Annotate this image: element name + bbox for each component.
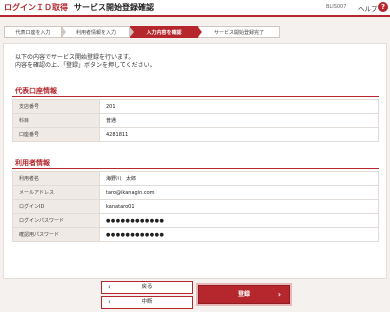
table-row: 支店番号 201	[12, 99, 379, 114]
intro-text: 以下の内容でサービス開始登録を行います。 内容を確認の上、「登録」ボタンを押して…	[15, 54, 156, 70]
account-section-title: 代表口座情報	[15, 87, 57, 95]
table-row: 確認用パスワード ●●●●●●●●●●●●	[12, 227, 379, 242]
cancel-button-label: 中断	[141, 299, 153, 305]
user-table: 利用者名 海野川 太郎 メールアドレス taro@ikanagin.com ログ…	[12, 171, 379, 242]
login-id-title: ログインＩＤ取得	[4, 3, 68, 12]
chevron-left-icon: ‹	[108, 283, 111, 291]
step-1: 代表口座を入力	[4, 26, 66, 38]
step-3-current: 入力内容を確認	[130, 26, 202, 38]
user-section-rule	[12, 168, 379, 169]
intro-line-1: 以下の内容でサービス開始登録を行います。	[15, 54, 135, 61]
account-number-label: 口座番号	[12, 127, 100, 142]
cancel-button[interactable]: ‹ 中断	[101, 296, 193, 309]
subject-value: 普通	[99, 113, 379, 128]
account-section-rule	[12, 96, 379, 97]
back-button-label: 戻る	[141, 284, 153, 290]
back-button[interactable]: ‹ 戻る	[101, 281, 193, 294]
user-section-title: 利用者情報	[15, 159, 50, 167]
register-button-label: 登録	[237, 291, 250, 298]
user-name-value: 海野川 太郎	[99, 171, 379, 186]
table-row: 利用者名 海野川 太郎	[12, 171, 379, 186]
chevron-left-icon: ‹	[108, 298, 111, 306]
help-icon[interactable]: ?	[378, 2, 388, 12]
login-password-value: ●●●●●●●●●●●●	[99, 213, 379, 228]
account-number-value: 4281811	[99, 127, 379, 142]
register-button[interactable]: 登録 ›	[198, 285, 290, 304]
email-label: メールアドレス	[12, 185, 100, 200]
intro-line-2: 内容を確認の上、「登録」ボタンを押してください。	[15, 62, 156, 69]
header-bar: ログインＩＤ取得 サービス開始登録確認 BLIS007 ヘルプ ?	[0, 0, 390, 17]
help-link[interactable]: ヘルプ	[358, 3, 378, 13]
page-title: サービス開始登録確認	[74, 3, 154, 12]
branch-value: 201	[99, 99, 379, 114]
step-4: サービス開始登録完了	[198, 26, 280, 38]
table-row: 科目 普通	[12, 113, 379, 128]
screen-code: BLIS007	[326, 4, 347, 10]
table-row: 口座番号 4281811	[12, 127, 379, 142]
step-indicator: 代表口座を入力 利用者情報を入力 入力内容を確認 サービス開始登録完了	[4, 26, 356, 38]
content-card: 以下の内容でサービス開始登録を行います。 内容を確認の上、「登録」ボタンを押して…	[3, 43, 387, 279]
confirm-password-value: ●●●●●●●●●●●●	[99, 227, 379, 242]
subject-label: 科目	[12, 113, 100, 128]
step-2: 利用者情報を入力	[62, 26, 134, 38]
login-password-label: ログインパスワード	[12, 213, 100, 228]
branch-label: 支店番号	[12, 99, 100, 114]
confirm-password-label: 確認用パスワード	[12, 227, 100, 242]
user-name-label: 利用者名	[12, 171, 100, 186]
login-id-value: kanataro01	[99, 199, 379, 214]
account-table: 支店番号 201 科目 普通 口座番号 4281811	[12, 99, 379, 142]
table-row: メールアドレス taro@ikanagin.com	[12, 185, 379, 200]
login-id-label: ログインID	[12, 199, 100, 214]
table-row: ログインID kanataro01	[12, 199, 379, 214]
chevron-right-icon: ›	[277, 290, 281, 299]
email-value: taro@ikanagin.com	[99, 185, 379, 200]
table-row: ログインパスワード ●●●●●●●●●●●●	[12, 213, 379, 228]
